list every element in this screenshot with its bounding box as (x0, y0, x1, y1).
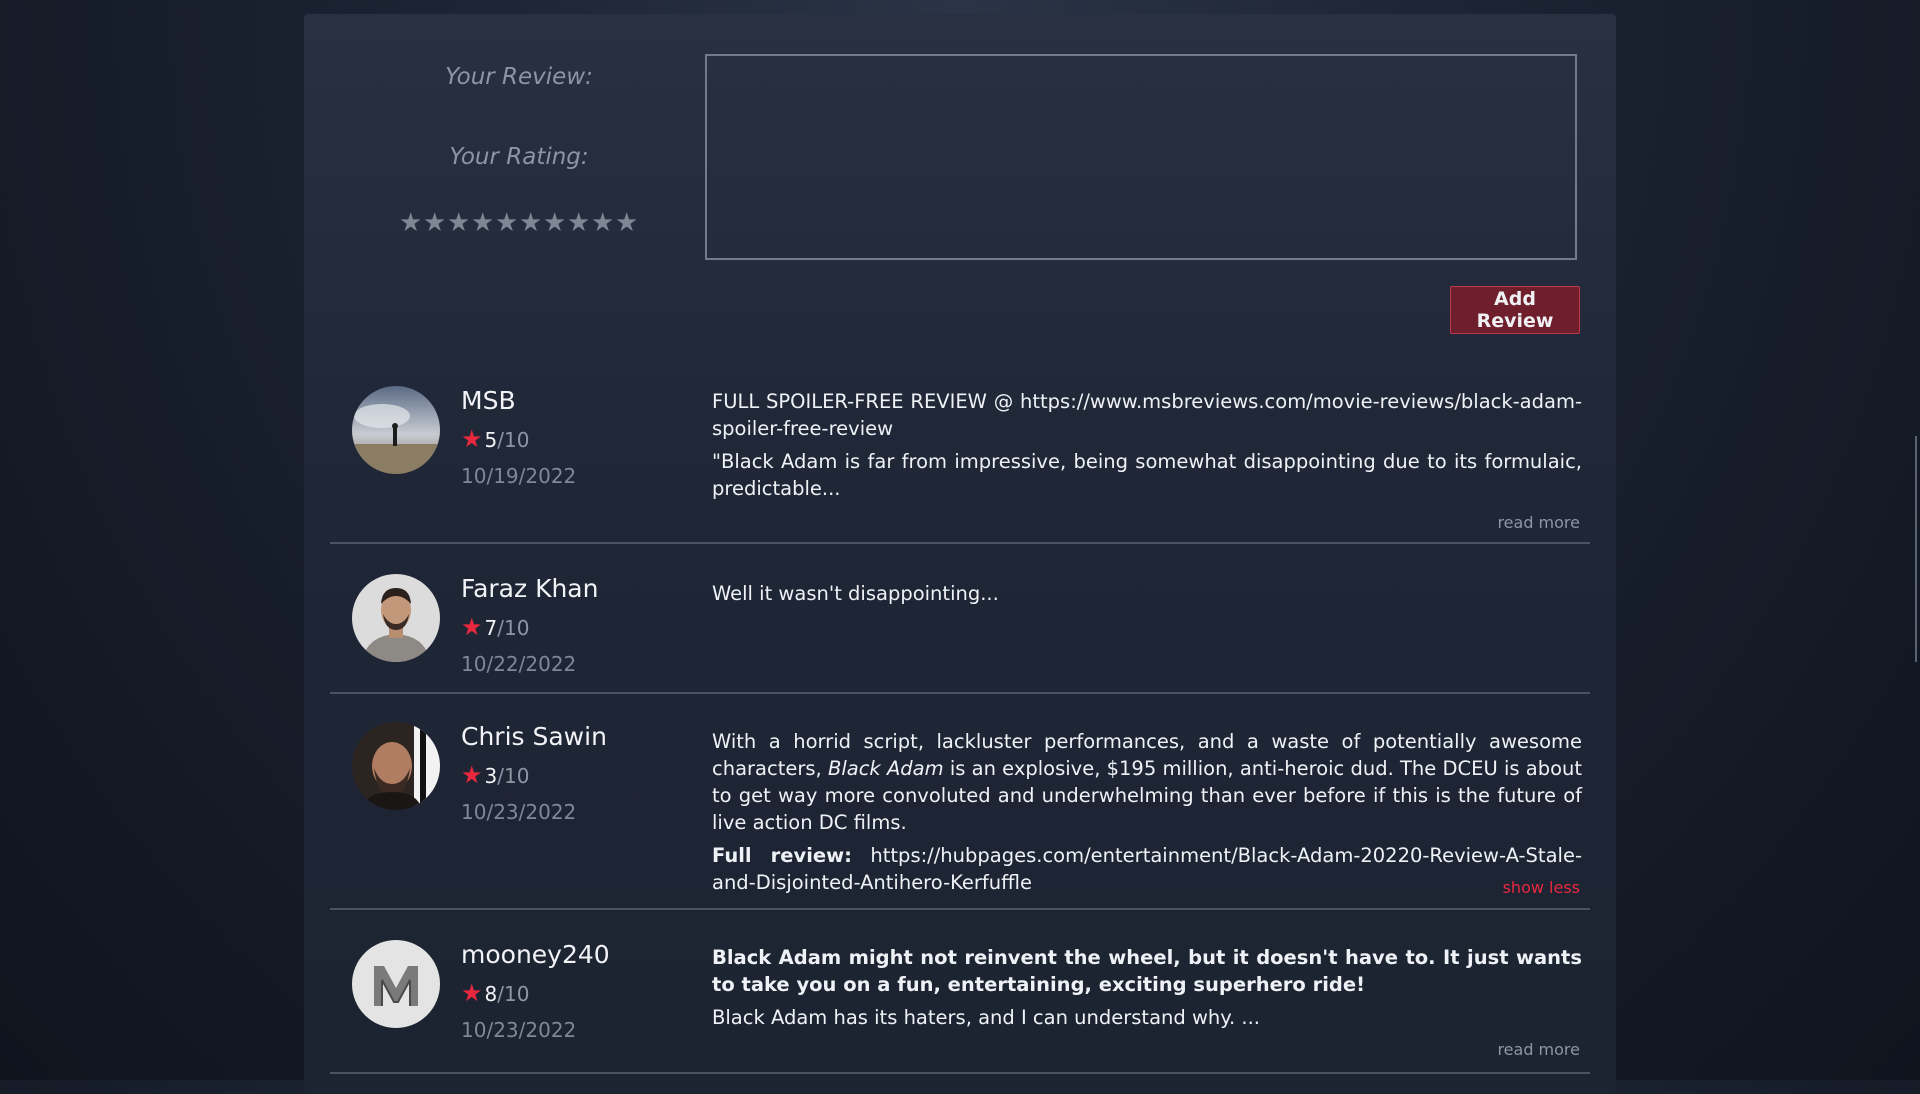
your-rating-label: Your Rating: (449, 144, 589, 170)
score-max: /10 (497, 616, 530, 640)
read-more-link[interactable]: read more (1497, 513, 1580, 532)
score-value: 5 (484, 428, 498, 452)
review-textarea[interactable] (705, 54, 1577, 260)
review-item: MSB ★ 5/10 10/19/2022 FULL SPOILER-FREE R… (330, 370, 1590, 544)
review-date: 10/22/2022 (461, 652, 577, 676)
review-paragraph: Well it wasn't disappointing... (712, 582, 999, 605)
review-score: ★ 7/10 (461, 613, 529, 641)
reviewer-name[interactable]: MSB (461, 386, 516, 415)
rating-star-icon[interactable]: ★ (471, 208, 495, 238)
review-headline: Black Adam might not reinvent the wheel,… (712, 946, 1582, 996)
reviewer-name[interactable]: Faraz Khan (461, 574, 598, 603)
read-more-link[interactable]: read more (1497, 1040, 1580, 1059)
rating-star-icon[interactable]: ★ (495, 208, 519, 238)
review-score: ★ 8/10 (461, 979, 529, 1007)
your-review-label: Your Review: (445, 64, 593, 90)
review-date: 10/19/2022 (461, 464, 577, 488)
review-paragraph: With a horrid script, lackluster perform… (712, 728, 1582, 836)
review-item: Chris Sawin ★ 3/10 10/23/2022 With a horr… (330, 694, 1590, 910)
rating-star-icon[interactable]: ★ (567, 208, 591, 238)
review-paragraph: Black Adam has its haters, and I can und… (712, 1006, 1261, 1029)
movie-title-italic: Black Adam (827, 757, 944, 780)
review-text: FULL SPOILER-FREE REVIEW @ https://www.m… (712, 388, 1582, 508)
review-paragraph: Black Adam might not reinvent the wheel,… (712, 944, 1582, 998)
avatar[interactable] (352, 940, 440, 1028)
avatar[interactable] (352, 574, 440, 662)
review-item: Faraz Khan ★ 7/10 10/22/2022 Well it wasn… (330, 544, 1590, 694)
review-paragraph: FULL SPOILER-FREE REVIEW @ https://www.m… (712, 390, 1582, 440)
rating-star-icon[interactable]: ★ (447, 208, 471, 238)
star-icon: ★ (461, 761, 483, 789)
avatar[interactable] (352, 386, 440, 474)
star-icon: ★ (461, 979, 483, 1007)
avatar[interactable] (352, 722, 440, 810)
score-value: 3 (484, 764, 498, 788)
review-date: 10/23/2022 (461, 1018, 577, 1042)
rating-star-icon[interactable]: ★ (423, 208, 447, 238)
rating-stars-input[interactable]: ★★★★★★★★★★ (304, 208, 734, 238)
score-max: /10 (497, 764, 530, 788)
score-max: /10 (497, 982, 530, 1006)
full-review-label: Full review: (712, 844, 852, 867)
review-score: ★ 5/10 (461, 425, 529, 453)
show-less-link[interactable]: show less (1503, 878, 1580, 897)
review-score: ★ 3/10 (461, 761, 529, 789)
rating-star-icon[interactable]: ★ (591, 208, 615, 238)
review-text: Well it wasn't disappointing... (712, 580, 1582, 613)
reviewer-name[interactable]: mooney240 (461, 940, 610, 969)
star-icon: ★ (461, 613, 483, 641)
review-item: mooney240 ★ 8/10 10/23/2022 Black Adam mi… (330, 910, 1590, 1074)
score-max: /10 (497, 428, 530, 452)
review-text: Black Adam might not reinvent the wheel,… (712, 944, 1582, 1037)
rating-star-icon[interactable]: ★ (399, 208, 423, 238)
rating-star-icon[interactable]: ★ (543, 208, 567, 238)
scrollbar[interactable] (1915, 436, 1917, 662)
review-paragraph: "Black Adam is far from impressive, bein… (712, 450, 1582, 500)
review-paragraph: Full review: https://hubpages.com/entert… (712, 842, 1582, 896)
review-date: 10/23/2022 (461, 800, 577, 824)
review-text: With a horrid script, lackluster perform… (712, 728, 1582, 902)
rating-star-icon[interactable]: ★ (615, 208, 639, 238)
score-value: 7 (484, 616, 498, 640)
rating-star-icon[interactable]: ★ (519, 208, 543, 238)
star-icon: ★ (461, 425, 483, 453)
add-review-button[interactable]: Add Review (1450, 286, 1580, 334)
reviewer-name[interactable]: Chris Sawin (461, 722, 607, 751)
score-value: 8 (484, 982, 498, 1006)
